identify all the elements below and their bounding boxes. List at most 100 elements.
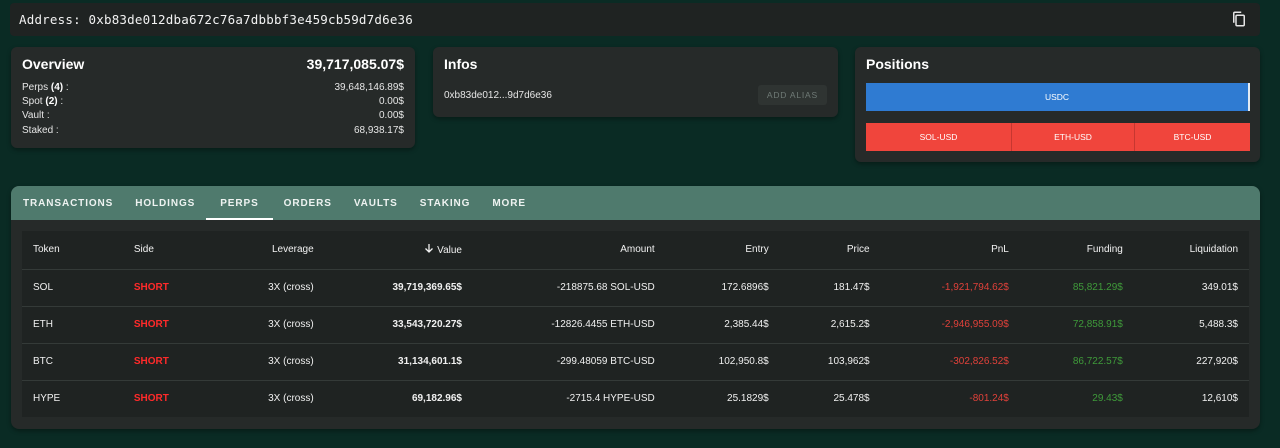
position-label: SOL-USD [919,132,958,142]
cell-token: ETH [22,306,123,344]
cell-funding: 85,821.29$ [1019,269,1134,307]
cell-price: 2,615.2$ [779,306,881,344]
cell-token: SOL [22,269,123,307]
cell-funding: 72,858.91$ [1019,306,1134,344]
cell-value: 39,719,369.65$ [324,269,473,307]
position-bar-usdc[interactable]: USDC [866,83,1250,111]
cell-liquidation: 5,488.3$ [1133,306,1249,344]
cell-pnl: -2,946,955.09$ [880,306,1020,344]
cell-leverage: 3X (cross) [268,393,314,405]
cell-token: HYPE [33,393,61,405]
header-side[interactable]: Side [122,231,224,270]
header-price[interactable]: Price [779,231,881,270]
cell-amount: -2715.4 HYPE-USD [566,393,655,405]
overview-title: Overview [22,56,85,72]
arrow-down-icon [424,243,434,256]
cell-value: 33,543,720.27$ [324,306,473,344]
position-shorts-bar: SOL-USD ETH-USD BTC-USD [866,123,1250,151]
cell-pnl: -801.24$ [969,393,1009,405]
overview-row-vault: Vault : 0.00$ [22,109,404,123]
overview-label: Spot (2) : [22,96,64,108]
cell-side: SHORT [122,269,224,307]
address-text: Address: 0xb83de012dba672c76a7dbbbf3e459… [19,12,414,27]
position-bar-eth[interactable]: ETH-USD [1012,123,1135,151]
cell-entry: 2,385.44$ [665,306,780,344]
overview-value: 0.00$ [378,110,404,122]
cell-price: 103,962$ [779,343,881,381]
table-row[interactable]: SOL SHORT 3X (cross) 39,719,369.65$ -218… [22,269,1249,307]
add-alias-button[interactable]: ADD ALIAS [757,85,827,105]
cell-side: SHORT [122,306,224,344]
tab-transactions[interactable]: TRANSACTIONS [12,186,124,220]
overview-value: 68,938.17$ [353,124,404,136]
header-value-label: Value [437,245,462,257]
copy-icon[interactable] [1230,10,1250,30]
tab-bar: TRANSACTIONS HOLDINGS PERPS ORDERS VAULT… [11,186,1260,220]
tab-perps[interactable]: PERPS [206,186,274,220]
overview-value: 39,648,146.89$ [334,82,404,93]
position-bar-btc[interactable]: BTC-USD [1135,123,1250,151]
cell-leverage: 3X (cross) [223,269,325,307]
tab-holdings[interactable]: HOLDINGS [124,186,206,220]
overview-label: Staked : [22,124,59,136]
table-row[interactable]: BTC SHORT 3X (cross) 31,134,601.1$ -299.… [22,343,1249,381]
cell-side: SHORT [122,343,224,381]
cell-leverage: 3X (cross) [223,306,325,344]
header-value[interactable]: Value [324,231,473,270]
header-leverage[interactable]: Leverage [223,231,325,270]
cell-value: 69,182.96$ [411,393,462,405]
header-funding[interactable]: Funding [1019,231,1134,270]
cell-pnl: -302,826.52$ [880,343,1020,381]
cell-liquidation: 12,610$ [1201,393,1238,405]
cell-entry: 172.6896$ [665,269,780,307]
cell-liquidation: 349.01$ [1133,269,1249,307]
overview-label: Perps (4) : [22,82,69,93]
position-label: USDC [1044,92,1070,102]
header-liquidation[interactable]: Liquidation [1133,231,1249,270]
cell-price: 181.47$ [779,269,881,307]
positions-card: Positions USDC SOL-USD ETH-USD BTC-USD [855,47,1260,162]
infos-address: 0xb83de012...9d7d6e36 [444,89,552,101]
header-entry[interactable]: Entry [665,231,780,270]
cell-funding: 86,722.57$ [1019,343,1134,381]
cell-liquidation: 227,920$ [1133,343,1249,381]
overview-total: 39,717,085.07$ [306,56,404,72]
cell-entry: 102,950.8$ [665,343,780,381]
overview-row-perps: Perps (4) : 39,648,146.89$ [22,81,404,95]
perps-table: Token Side Leverage Value Amount Entry P… [22,231,1249,417]
overview-value: 0.00$ [378,96,404,108]
header-amount[interactable]: Amount [473,231,666,270]
position-label: ETH-USD [1054,132,1092,142]
address-bar: Address: 0xb83de012dba672c76a7dbbbf3e459… [10,3,1260,36]
header-pnl[interactable]: PnL [880,231,1020,270]
cell-price: 25.478$ [833,393,870,405]
position-label: BTC-USD [1173,132,1212,142]
tab-staking[interactable]: STAKING [409,186,482,220]
tab-more[interactable]: MORE [481,186,537,220]
cell-leverage: 3X (cross) [223,343,325,381]
infos-card: Infos 0xb83de012...9d7d6e36 ADD ALIAS [433,47,838,117]
header-token[interactable]: Token [22,231,123,270]
tab-vaults[interactable]: VAULTS [343,186,409,220]
tab-orders[interactable]: ORDERS [273,186,343,220]
cell-entry: 25.1829$ [727,393,769,405]
cell-side: SHORT [133,393,169,405]
overview-row-spot: Spot (2) : 0.00$ [22,95,404,109]
table-row[interactable]: HYPE SHORT 3X (cross) 69,182.96$ -2715.4… [22,380,1249,417]
cell-amount: -12826.4455 ETH-USD [473,306,666,344]
cell-pnl: -1,921,794.62$ [880,269,1020,307]
cell-amount: -218875.68 SOL-USD [473,269,666,307]
positions-title: Positions [866,56,930,72]
overview-label: Vault : [22,110,50,122]
table-header-row: Token Side Leverage Value Amount Entry P… [22,231,1249,270]
cell-value: 31,134,601.1$ [324,343,473,381]
cell-funding: 29.43$ [1092,393,1123,405]
cell-token: BTC [22,343,123,381]
cell-amount: -299.48059 BTC-USD [473,343,666,381]
infos-title: Infos [444,56,478,72]
table-row[interactable]: ETH SHORT 3X (cross) 33,543,720.27$ -128… [22,306,1249,344]
overview-card: Overview 39,717,085.07$ Perps (4) : 39,6… [11,47,415,148]
position-bar-sol[interactable]: SOL-USD [866,123,1012,151]
overview-row-staked: Staked : 68,938.17$ [22,124,404,138]
main-panel: TRANSACTIONS HOLDINGS PERPS ORDERS VAULT… [11,186,1260,429]
